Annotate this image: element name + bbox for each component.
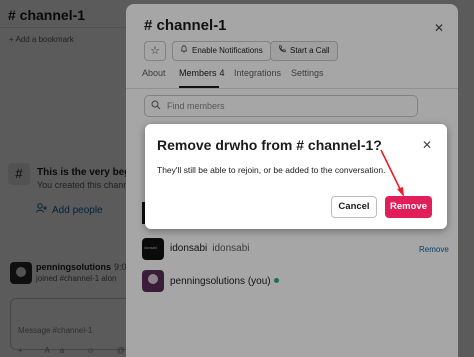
annotation-arrow-icon xyxy=(380,149,404,197)
